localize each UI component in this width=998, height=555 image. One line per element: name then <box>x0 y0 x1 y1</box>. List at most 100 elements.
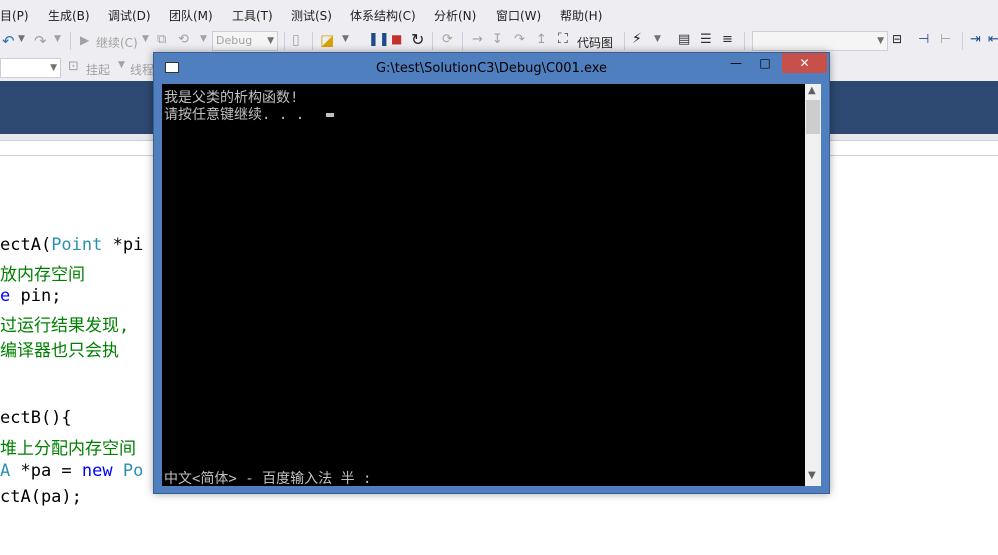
thread-label[interactable]: 线程 <box>130 61 154 78</box>
code-token: ctA(pa); <box>0 487 82 507</box>
menu-build[interactable]: 生成(B) <box>48 7 90 24</box>
menu-test[interactable]: 测试(S) <box>291 7 332 24</box>
code-token: 过运行结果发现, <box>0 316 130 336</box>
step-out-icon[interactable]: ↥ <box>536 32 547 47</box>
code-token: *pa = <box>10 461 82 481</box>
find-in-files-icon[interactable]: ⊟ <box>892 32 902 46</box>
bookmark-icon[interactable]: ⊣ <box>918 32 929 47</box>
menu-team[interactable]: 团队(M) <box>169 7 213 24</box>
thread-dropdown-icon[interactable]: ▼ <box>118 60 125 70</box>
redo-dropdown-icon[interactable]: ▼ <box>54 34 61 44</box>
toolbar-separator <box>312 32 313 50</box>
code-token: A <box>0 461 11 481</box>
attach-icon[interactable]: ⧉ <box>157 32 166 47</box>
maximize-button[interactable]: □ <box>750 53 780 73</box>
code-token: 堆上分配内存空间 <box>0 439 136 459</box>
undo-icon[interactable]: ↶ <box>2 32 15 50</box>
ime-status: 中文<简体> - 百度输入法 半 : <box>164 471 372 487</box>
solution-config-value: Debug <box>216 34 253 47</box>
chevron-down-icon: ▼ <box>267 36 274 46</box>
close-button[interactable]: ✕ <box>782 53 827 73</box>
menu-bar: 目(P) 生成(B) 调试(D) 团队(M) 工具(T) 测试(S) 体系结构(… <box>0 0 998 28</box>
restart-icon[interactable]: ⟲ <box>178 32 189 47</box>
menu-debug[interactable]: 调试(D) <box>108 7 151 24</box>
scroll-up-icon[interactable]: ▲ <box>808 85 816 96</box>
refresh-icon[interactable]: ⟳ <box>442 32 453 47</box>
code-token: new <box>81 461 113 481</box>
code-token: e <box>0 286 11 306</box>
code-token: *pi <box>102 235 144 255</box>
hex-dropdown-icon[interactable]: ▼ <box>654 34 661 44</box>
code-line: ctA(pa); <box>0 487 82 507</box>
menu-help[interactable]: 帮助(H) <box>560 7 602 24</box>
code-token: ectA( <box>0 235 52 255</box>
uncomment-icon[interactable]: ⇤ <box>988 32 998 47</box>
code-line: 放内存空间 <box>0 260 85 285</box>
scrollbar-thumb[interactable] <box>806 100 820 134</box>
hex-display-icon[interactable]: ⚡ <box>632 31 642 47</box>
toolbar-separator <box>962 32 963 50</box>
indent-icon[interactable]: ≡ <box>722 32 733 47</box>
console-window[interactable]: G:\test\SolutionC3\Debug\C001.exe — □ ✕ … <box>153 52 830 494</box>
code-map-button[interactable]: 代码图 <box>577 34 613 51</box>
minimize-button[interactable]: — <box>722 53 750 73</box>
suspend-button[interactable]: 挂起 <box>86 61 110 78</box>
stop-icon[interactable]: ■ <box>391 32 402 46</box>
code-line: ectA(Point *pi <box>0 235 143 255</box>
breakpoints-icon[interactable]: ▤ <box>678 32 690 47</box>
find-icon[interactable]: ◪ <box>320 31 334 49</box>
code-token: Po <box>112 461 144 481</box>
continue-dropdown-icon[interactable]: ▼ <box>142 34 149 44</box>
outdent-icon[interactable]: ☰ <box>700 32 712 47</box>
text-cursor <box>326 113 334 117</box>
menu-window[interactable]: 窗口(W) <box>496 7 541 24</box>
comment-icon[interactable]: ⇥ <box>970 32 981 47</box>
chevron-down-icon: ▼ <box>877 36 884 46</box>
toolbar-separator <box>284 32 285 50</box>
menu-analyze[interactable]: 分析(N) <box>434 7 476 24</box>
code-token: 编译器也只会执 <box>0 341 119 361</box>
console-line: 请按任意键继续. . . <box>164 107 313 123</box>
menu-project[interactable]: 目(P) <box>0 7 29 24</box>
step-into-icon[interactable]: ↧ <box>492 32 503 47</box>
process-select[interactable]: ▼ <box>0 58 61 78</box>
menu-architecture[interactable]: 体系结构(C) <box>350 7 416 24</box>
document-icon[interactable]: ▯ <box>292 32 300 48</box>
redo-icon[interactable]: ↷ <box>34 32 47 50</box>
restart-dropdown-icon[interactable]: ▼ <box>200 34 207 44</box>
code-token: ectB(){ <box>0 408 72 428</box>
scroll-down-icon[interactable]: ▼ <box>808 470 816 481</box>
undo-dropdown-icon[interactable]: ▼ <box>18 34 25 44</box>
code-line: 编译器也只会执 <box>0 336 119 361</box>
code-line: e pin; <box>0 286 61 306</box>
suspend-icon[interactable]: ⊡ <box>68 59 79 74</box>
continue-icon[interactable]: ▶ <box>80 33 89 47</box>
find-combo[interactable]: ▼ <box>752 31 888 51</box>
show-next-statement-icon[interactable]: → <box>472 32 483 47</box>
find-dropdown-icon[interactable]: ▼ <box>342 34 349 44</box>
code-token: Point <box>51 235 103 255</box>
code-line: 堆上分配内存空间 <box>0 434 136 459</box>
menu-tools[interactable]: 工具(T) <box>232 7 273 24</box>
code-map-icon[interactable]: ⛶ <box>558 31 568 47</box>
chevron-down-icon: ▼ <box>50 63 57 73</box>
next-bookmark-icon[interactable]: ⊢ <box>940 32 951 47</box>
code-token: 放内存空间 <box>0 265 85 285</box>
console-scrollbar[interactable]: ▲ ▼ <box>805 84 821 486</box>
standard-toolbar: ↶ ▼ ↷ ▼ ▶ 继续(C) ▼ ⧉ ⟲ ▼ Debug ▼ ▯ ◪ ▼ ❚❚… <box>0 28 998 55</box>
continue-button[interactable]: 继续(C) <box>96 34 138 51</box>
code-line: ectB(){ <box>0 408 72 428</box>
code-line: A *pa = new Po <box>0 461 143 481</box>
console-title-bar[interactable]: G:\test\SolutionC3\Debug\C001.exe — □ ✕ <box>154 53 829 84</box>
code-line: 过运行结果发现, <box>0 311 129 336</box>
code-token: pin; <box>10 286 62 306</box>
console-output[interactable]: 我是父类的析构函数! 请按任意键继续. . . 中文<简体> - 百度输入法 半… <box>162 84 805 487</box>
solution-config-select[interactable]: Debug ▼ <box>212 31 278 51</box>
toolbar-separator <box>462 32 463 50</box>
pause-icon[interactable]: ❚❚ <box>368 32 390 47</box>
toolbar-separator <box>744 32 745 50</box>
restart-debug-icon[interactable]: ↻ <box>411 30 424 49</box>
step-over-icon[interactable]: ↷ <box>514 32 525 47</box>
toolbar-separator <box>432 32 433 50</box>
toolbar-separator <box>70 32 71 50</box>
